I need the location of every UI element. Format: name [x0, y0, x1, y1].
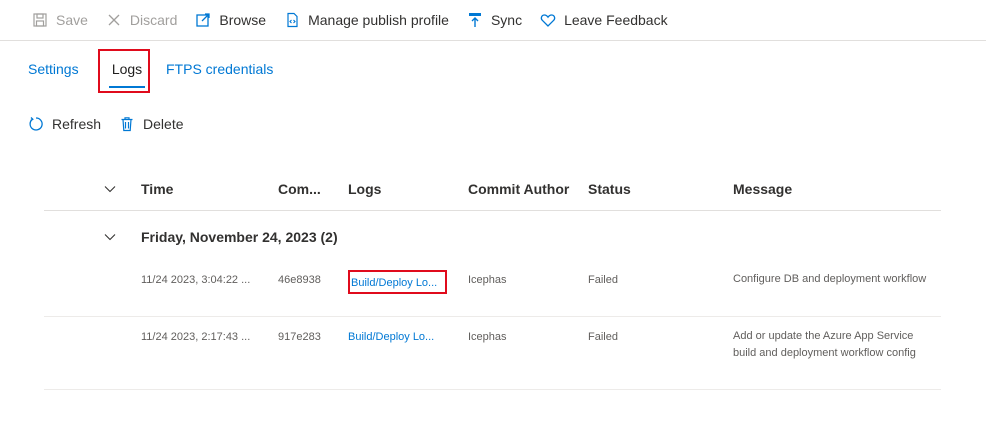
deployment-logs-table: Time Com... Logs Commit Author Status Me… [44, 170, 941, 390]
table-row[interactable]: 11/24 2023, 2:17:43 ... 917e283 Build/De… [44, 317, 941, 390]
delete-label: Delete [143, 116, 184, 132]
column-header-time[interactable]: Time [141, 181, 173, 197]
tab-selected-underline [109, 86, 145, 88]
tab-ftps-credentials[interactable]: FTPS credentials [156, 50, 273, 90]
manage-publish-profile-button[interactable]: Manage publish profile [284, 5, 449, 35]
cell-time: 11/24 2023, 2:17:43 ... [141, 331, 251, 343]
cell-status: Failed [588, 331, 618, 343]
save-button[interactable]: Save [32, 5, 88, 35]
cell-logs-link[interactable]: Build/Deploy Lo... [348, 331, 434, 343]
action-bar: Refresh Delete [28, 112, 202, 136]
refresh-label: Refresh [52, 116, 102, 132]
chevron-down-icon[interactable] [104, 231, 116, 243]
discard-button[interactable]: Discard [106, 5, 177, 35]
table-header: Time Com... Logs Commit Author Status Me… [44, 170, 941, 211]
refresh-button[interactable]: Refresh [28, 116, 101, 132]
column-header-status[interactable]: Status [588, 181, 631, 197]
cell-time: 11/24 2023, 3:04:22 ... [141, 274, 251, 286]
open-external-icon [195, 12, 211, 28]
sync-label: Sync [490, 12, 523, 28]
cell-message: Add or update the Azure App Service buil… [733, 330, 916, 359]
cell-commit: 917e283 [278, 331, 321, 343]
logs-link-highlight [348, 270, 447, 294]
cell-author: Icephas [468, 274, 507, 286]
leave-feedback-button[interactable]: Leave Feedback [540, 5, 668, 35]
browse-button[interactable]: Browse [195, 5, 266, 35]
sync-button[interactable]: Sync [467, 5, 522, 35]
discard-label: Discard [129, 12, 178, 28]
cell-commit: 46e8938 [278, 274, 321, 286]
tab-strip: Settings Logs FTPS credentials [28, 50, 273, 92]
chevron-down-icon[interactable] [104, 183, 116, 195]
delete-button[interactable]: Delete [119, 116, 184, 132]
save-label: Save [56, 12, 88, 28]
cell-author: Icephas [468, 331, 507, 343]
file-code-icon [284, 12, 300, 28]
sync-icon [467, 12, 483, 28]
browse-label: Browse [219, 12, 267, 28]
tab-logs-label: Logs [111, 61, 143, 77]
column-header-message[interactable]: Message [733, 181, 792, 197]
command-bar: Save Discard Browse Manage publish profi… [0, 0, 986, 41]
table-row[interactable]: 11/24 2023, 3:04:22 ... 46e8938 Build/De… [44, 260, 941, 317]
column-header-commit[interactable]: Com... [278, 181, 321, 197]
cell-message: Configure DB and deployment workflow [733, 273, 927, 285]
cell-status: Failed [588, 274, 618, 286]
column-header-logs[interactable]: Logs [348, 181, 381, 197]
save-icon [32, 12, 48, 28]
manage-label: Manage publish profile [308, 12, 449, 28]
tab-settings[interactable]: Settings [28, 50, 98, 90]
heart-icon [540, 12, 556, 28]
tab-logs[interactable]: Logs [98, 50, 156, 90]
group-title: Friday, November 24, 2023 (2) [141, 229, 338, 245]
column-header-commit-author[interactable]: Commit Author [468, 181, 569, 197]
trash-icon [119, 116, 135, 132]
refresh-icon [28, 116, 44, 132]
close-icon [106, 12, 122, 28]
feedback-label: Leave Feedback [564, 12, 668, 28]
